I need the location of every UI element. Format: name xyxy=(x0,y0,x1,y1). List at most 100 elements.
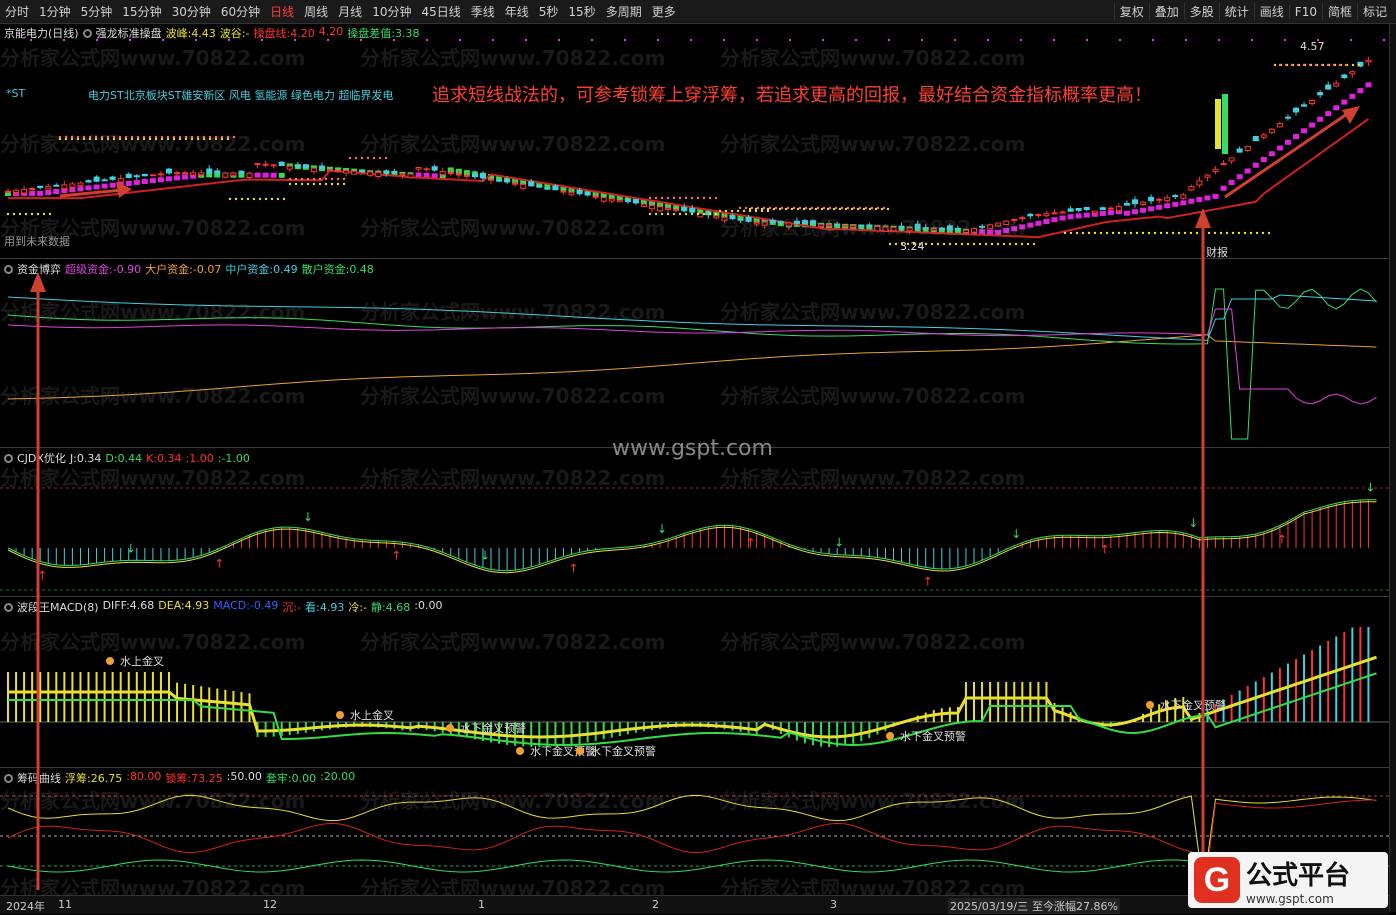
period-tab[interactable]: 分时 xyxy=(0,3,34,20)
candle-body xyxy=(1115,206,1122,212)
resist-dot xyxy=(64,135,68,139)
resist-dot xyxy=(1338,63,1342,67)
period-tab[interactable]: 季线 xyxy=(466,3,500,20)
resist-dot xyxy=(828,206,832,210)
resist-dot xyxy=(786,206,790,210)
candle-body xyxy=(785,222,792,227)
ma-block xyxy=(1019,224,1026,230)
period-tab[interactable]: 15秒 xyxy=(563,3,600,20)
fund-lines-chart[interactable] xyxy=(0,259,1390,447)
candle-body xyxy=(423,168,430,171)
period-tab[interactable]: 更多 xyxy=(647,3,681,20)
period-tab[interactable]: 60分钟 xyxy=(216,3,265,20)
chip-curve-chart[interactable] xyxy=(0,768,1390,894)
ma-block xyxy=(133,179,140,185)
candle-body xyxy=(496,179,503,182)
resist-dot xyxy=(294,177,298,181)
candle-body xyxy=(1284,116,1291,119)
candle-body xyxy=(1333,82,1340,87)
period-tab[interactable]: 周线 xyxy=(299,3,333,20)
ma-block xyxy=(1043,219,1050,225)
tool-button[interactable]: 叠加 xyxy=(1148,3,1184,20)
down-arrow-icon: ↓ xyxy=(126,541,136,555)
macd-chart[interactable]: 水上金叉水上金叉水下金叉预警水下金叉预警水下金叉预警水下金叉预警水下金叉预警 xyxy=(0,597,1390,767)
candle-body xyxy=(1228,157,1235,162)
fund-panel[interactable]: 资金博弈 超级资金:-0.90 大户资金:-0.07 中户资金:0.49 散户资金:0… xyxy=(0,259,1390,448)
period-tab[interactable]: 15分钟 xyxy=(117,3,166,20)
resist-dot xyxy=(142,135,146,139)
period-tab[interactable]: 年线 xyxy=(500,3,534,20)
candle-body xyxy=(649,205,655,210)
resist-dot xyxy=(160,135,164,139)
tool-button[interactable]: 简框 xyxy=(1321,3,1357,20)
resist-dot xyxy=(678,196,682,200)
candle-body xyxy=(327,168,333,171)
support-dot xyxy=(1105,231,1109,235)
ma-block xyxy=(45,189,52,195)
candle-body xyxy=(343,170,350,174)
macd-signal-label: 水上金叉 xyxy=(350,708,394,722)
support-dot xyxy=(1159,231,1163,235)
tool-button[interactable]: F10 xyxy=(1288,4,1322,19)
resist-dot xyxy=(708,196,712,200)
support-dot xyxy=(702,212,706,216)
up-arrow-icon: ↑ xyxy=(214,556,224,570)
support-dot xyxy=(930,242,934,246)
candle-body xyxy=(729,215,736,220)
signal-dot xyxy=(525,39,527,41)
candlestick-chart[interactable]: 4.57 3.24 财报 xyxy=(0,24,1390,258)
resist-dot xyxy=(738,206,742,210)
macd-signal-label: 水上金叉 xyxy=(120,654,164,668)
support-dot xyxy=(252,197,256,201)
vertical-scrollbar[interactable] xyxy=(1389,24,1396,912)
support-dot xyxy=(36,212,40,216)
axis-change: 至今涨幅27.86% xyxy=(1030,898,1120,914)
tool-buttons: 复权 叠加 多股 统计 画线 F10 简框 标记 xyxy=(1113,0,1392,23)
resist-dot xyxy=(840,206,844,210)
period-tab[interactable]: 1分钟 xyxy=(34,3,76,20)
candle-body xyxy=(504,179,511,183)
ma-block xyxy=(1220,185,1227,191)
support-dot xyxy=(1357,63,1361,67)
period-tab[interactable]: 多周期 xyxy=(601,3,647,20)
support-dot xyxy=(1249,231,1253,235)
tool-button[interactable]: 复权 xyxy=(1113,3,1149,20)
support-dot xyxy=(954,242,958,246)
candle-body xyxy=(415,166,422,170)
candle-body xyxy=(552,185,559,191)
support-dot xyxy=(984,242,988,246)
ma-block xyxy=(125,180,132,186)
candle-body xyxy=(1180,194,1187,199)
signal-dot xyxy=(459,39,461,41)
period-tab[interactable]: 10分钟 xyxy=(367,3,416,20)
tool-button[interactable]: 画线 xyxy=(1253,3,1289,20)
cjdx-chart[interactable]: ↑ ↓ ↑ ↓ ↑ ↓ ↑ ↓ ↑ ↓ ↑ ↓ ↑ ↓ ↑ ↓ xyxy=(0,448,1390,596)
tool-button[interactable]: 统计 xyxy=(1218,3,1254,20)
main-chart-panel[interactable]: 京能电力(日线) 强龙标准操盘 波峰:4.43 波谷:- 操盘线:4.20 4.20 操… xyxy=(0,24,1390,259)
macd-panel[interactable]: 波段王MACD(8) DIFF:4.68 DEA:4.93 MACD:-0.49 沉:… xyxy=(0,597,1390,768)
tool-button[interactable]: 标记 xyxy=(1356,3,1392,20)
candle-body xyxy=(858,224,865,227)
resist-dot xyxy=(714,196,718,200)
chip-panel[interactable]: 筹码曲线 浮筹:26.75:80.00 锁筹:73.25:50.00 套牢:0.00… xyxy=(0,768,1390,894)
resist-dot xyxy=(816,206,820,210)
period-tab[interactable]: 5分钟 xyxy=(76,3,118,20)
period-tab[interactable]: 5秒 xyxy=(534,3,564,20)
candle-body xyxy=(721,216,728,221)
cjdx-panel[interactable]: CJDX优化 J:0.34 D:0.44 K:0.34:1.00:-1.00 ↑ ↓ ↑… xyxy=(0,448,1390,597)
up-arrow-icon: ↑ xyxy=(569,561,579,575)
ma-block xyxy=(1067,214,1074,220)
support-dot xyxy=(660,212,664,216)
support-dot xyxy=(306,182,310,186)
period-tab[interactable]: 45日线 xyxy=(416,3,465,20)
up-arrow-icon: ↑ xyxy=(37,568,47,582)
support-dot xyxy=(270,197,274,201)
tool-button[interactable]: 多股 xyxy=(1183,3,1219,20)
period-tab[interactable]: 30分钟 xyxy=(167,3,216,20)
ma-block xyxy=(995,229,1002,235)
support-dot xyxy=(736,209,740,213)
candle-body xyxy=(1011,218,1018,221)
resist-dot xyxy=(58,135,62,139)
period-tab[interactable]: 日线 xyxy=(265,3,299,20)
period-tab[interactable]: 月线 xyxy=(333,3,367,20)
